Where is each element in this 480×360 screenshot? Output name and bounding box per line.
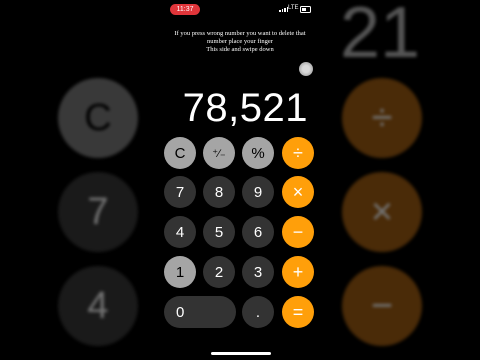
digit-1-button[interactable]: 1 [164, 256, 196, 288]
digit-7-button[interactable]: 7 [164, 176, 196, 208]
bg-seven-button: 7 [58, 172, 138, 252]
network-type: LTE [288, 5, 299, 11]
digit-3-button[interactable]: 3 [242, 256, 274, 288]
plus-minus-button[interactable]: ⁺∕₋ [203, 137, 235, 169]
status-time: 11:37 [170, 4, 200, 15]
calculator-display[interactable]: 78,521 [183, 86, 308, 131]
minus-button[interactable]: − [282, 216, 314, 248]
plus-button[interactable]: + [282, 256, 314, 288]
bg-multiply-button: × [342, 172, 422, 252]
bg-divide-button: ÷ [342, 78, 422, 158]
divide-button[interactable]: ÷ [282, 137, 314, 169]
digit-6-button[interactable]: 6 [242, 216, 274, 248]
percent-button[interactable]: % [242, 137, 274, 169]
multiply-button[interactable]: × [282, 176, 314, 208]
clear-button[interactable]: C [164, 137, 196, 169]
home-indicator[interactable] [211, 352, 271, 355]
bg-clear-button: C [58, 78, 138, 158]
digit-5-button[interactable]: 5 [203, 216, 235, 248]
caption-line-2: number place your finger [207, 38, 273, 46]
status-bar: 11:37 LTE [160, 0, 320, 16]
instruction-caption: If you press wrong number you want to de… [160, 30, 320, 55]
digit-4-button[interactable]: 4 [164, 216, 196, 248]
digit-2-button[interactable]: 2 [203, 256, 235, 288]
bg-display-fragment: 21 [340, 0, 421, 73]
digit-9-button[interactable]: 9 [242, 176, 274, 208]
battery-icon [300, 6, 311, 13]
phone-screen: 11:37 LTE If you press wrong number you … [160, 0, 320, 360]
caption-line-1: If you press wrong number you want to de… [174, 30, 306, 37]
caption-line-3: This side and swipe down [206, 46, 274, 54]
signal-icon [279, 7, 288, 12]
digit-8-button[interactable]: 8 [203, 176, 235, 208]
equals-button[interactable]: = [282, 296, 314, 328]
bg-four-button: 4 [58, 266, 138, 346]
decimal-button[interactable]: . [242, 296, 274, 328]
touch-indicator [299, 62, 313, 76]
bg-minus-button: − [342, 266, 422, 346]
digit-0-button[interactable]: 0 [164, 296, 236, 328]
